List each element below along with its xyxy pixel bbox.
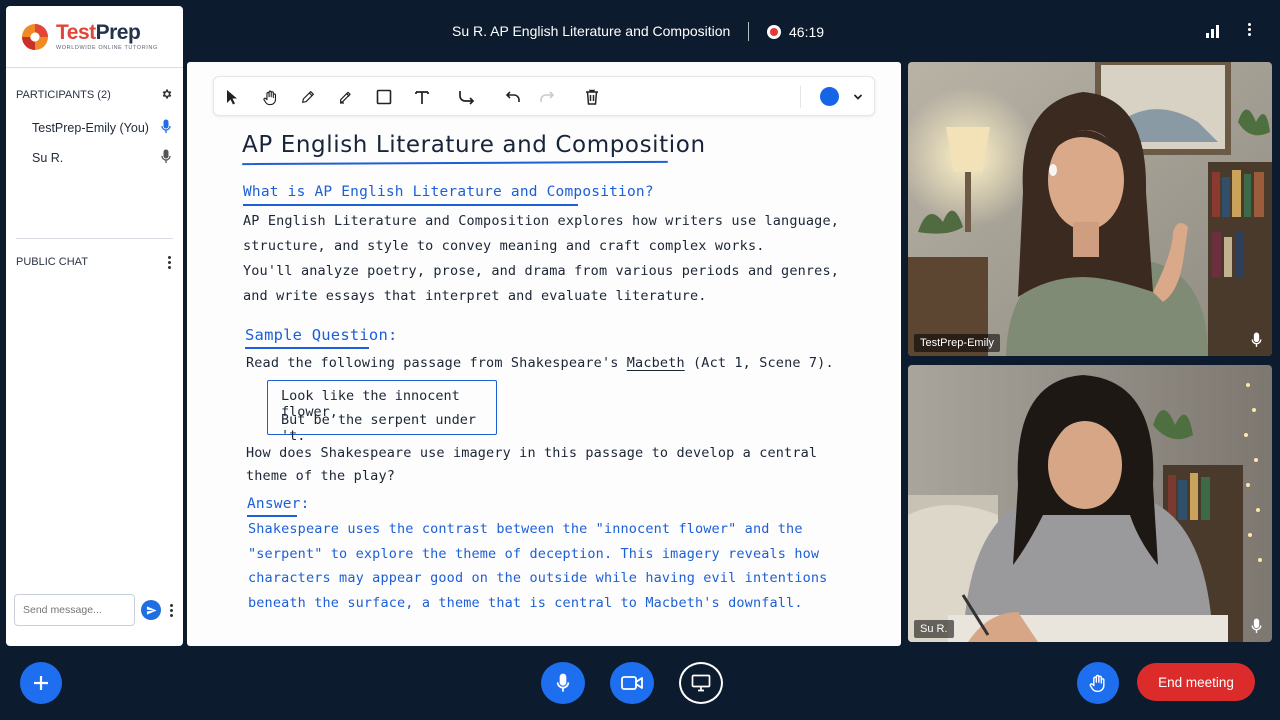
chat-more-icon[interactable] — [165, 255, 173, 269]
settings-gear-icon[interactable] — [161, 88, 173, 103]
send-message-button[interactable] — [141, 600, 161, 620]
screen-share-icon — [691, 674, 711, 692]
tutor-video-feed — [908, 62, 1272, 356]
whiteboard[interactable]: AP English Literature and Composition Wh… — [187, 62, 901, 646]
participant-item-emily[interactable]: TestPrep-Emily (You) — [6, 116, 183, 140]
brand-logo: TestPrep WORLDWIDE ONLINE TUTORING — [6, 6, 183, 68]
heading-underline — [247, 515, 297, 517]
chat-send-row — [14, 594, 175, 626]
student-video-feed — [908, 365, 1272, 642]
heading-underline — [243, 204, 578, 206]
title-underline — [241, 160, 669, 166]
question-line: theme of the play? — [246, 468, 395, 484]
video-tile-tutor[interactable]: TestPrep-Emily — [908, 62, 1272, 356]
public-chat-label: PUBLIC CHAT — [16, 256, 88, 268]
meeting-title: Su R. AP English Literature and Composit… — [452, 23, 731, 39]
quote-box: Look like the innocent flower, But be th… — [267, 380, 497, 444]
add-button[interactable] — [20, 662, 62, 704]
camera-icon — [621, 676, 643, 690]
video-name-tag: Su R. — [914, 620, 954, 638]
logo-mark-icon — [20, 22, 50, 52]
topbar-separator — [748, 22, 749, 41]
question-line: How does Shakespeare use imagery in this… — [246, 445, 818, 461]
connector-icon[interactable] — [455, 85, 479, 109]
mic-icon — [161, 149, 171, 167]
signal-icon[interactable] — [1206, 24, 1220, 38]
microphone-button[interactable] — [541, 662, 585, 704]
intro-line: structure, and style to convey meaning a… — [243, 238, 765, 254]
chat-message-input[interactable] — [14, 594, 135, 626]
screen-share-button[interactable] — [679, 662, 723, 704]
answer-line: Shakespeare uses the contrast between th… — [248, 521, 803, 537]
intro-line: and write essays that interpret and eval… — [243, 288, 707, 304]
chat-options-icon[interactable] — [167, 603, 175, 617]
toolbar-separator — [800, 86, 801, 108]
participants-label: PARTICIPANTS (2) — [16, 89, 111, 101]
send-icon — [146, 605, 157, 615]
whiteboard-heading-sample-question: Sample Question: — [245, 326, 398, 344]
whiteboard-title: AP English Literature and Composition — [242, 132, 706, 158]
participants-header: PARTICIPANTS (2) — [6, 82, 183, 108]
quote-line: But be the serpent under 't. — [281, 412, 477, 444]
raise-hand-button[interactable] — [1077, 662, 1119, 704]
video-name-tag: TestPrep-Emily — [914, 334, 1000, 352]
rectangle-icon[interactable] — [372, 85, 396, 109]
chevron-down-icon[interactable] — [846, 85, 870, 109]
intro-line: You'll analyze poetry, prose, and drama … — [243, 263, 839, 279]
sidebar-divider — [16, 238, 173, 239]
end-meeting-button[interactable]: End meeting — [1137, 663, 1255, 701]
answer-line: beneath the surface, a theme that is cen… — [248, 595, 803, 611]
prompt-text: (Act 1, Scene 7). — [684, 355, 834, 371]
meeting-timer: 46:19 — [789, 24, 825, 40]
highlighter-icon[interactable] — [334, 85, 358, 109]
record-icon — [767, 25, 781, 39]
participant-item-su[interactable]: Su R. — [6, 146, 183, 170]
whiteboard-toolbar — [213, 76, 875, 116]
brand-tagline: WORLDWIDE ONLINE TUTORING — [56, 45, 158, 51]
public-chat-header: PUBLIC CHAT — [6, 250, 183, 274]
prompt-work-title: Macbeth — [626, 355, 685, 371]
brand-name-part2: Prep — [95, 21, 141, 44]
pencil-icon[interactable] — [296, 85, 320, 109]
whiteboard-heading-what-is: What is AP English Literature and Compos… — [243, 184, 654, 200]
video-tile-student[interactable]: Su R. — [908, 365, 1272, 642]
question-prompt: Read the following passage from Shakespe… — [246, 355, 834, 371]
answer-line: characters may appear good on the outsid… — [248, 570, 828, 586]
answer-label: Answer: — [247, 496, 310, 512]
pan-hand-icon[interactable] — [258, 85, 282, 109]
video-mic-icon — [1251, 332, 1262, 348]
redo-icon[interactable] — [535, 85, 559, 109]
trash-icon[interactable] — [580, 85, 604, 109]
camera-button[interactable] — [610, 662, 654, 704]
video-mic-icon — [1251, 618, 1262, 634]
sidebar: TestPrep WORLDWIDE ONLINE TUTORING PARTI… — [6, 6, 183, 646]
mic-active-icon — [161, 119, 171, 137]
text-tool-icon[interactable] — [410, 85, 434, 109]
heading-underline — [245, 347, 369, 349]
prompt-text: Read the following passage from Shakespe… — [246, 355, 627, 371]
participant-name: Su R. — [32, 151, 64, 165]
more-icon[interactable] — [1245, 23, 1253, 36]
select-tool-icon[interactable] — [220, 85, 244, 109]
raise-hand-icon — [1089, 674, 1105, 693]
participant-name: TestPrep-Emily (You) — [32, 121, 149, 135]
microphone-icon — [556, 673, 570, 692]
color-picker-swatch[interactable] — [820, 87, 839, 106]
plus-icon — [34, 676, 48, 690]
intro-line: AP English Literature and Composition ex… — [243, 213, 839, 229]
undo-icon[interactable] — [501, 85, 525, 109]
brand-name-part1: Test — [56, 21, 96, 44]
answer-line: "serpent" to explore the theme of decept… — [248, 546, 820, 562]
